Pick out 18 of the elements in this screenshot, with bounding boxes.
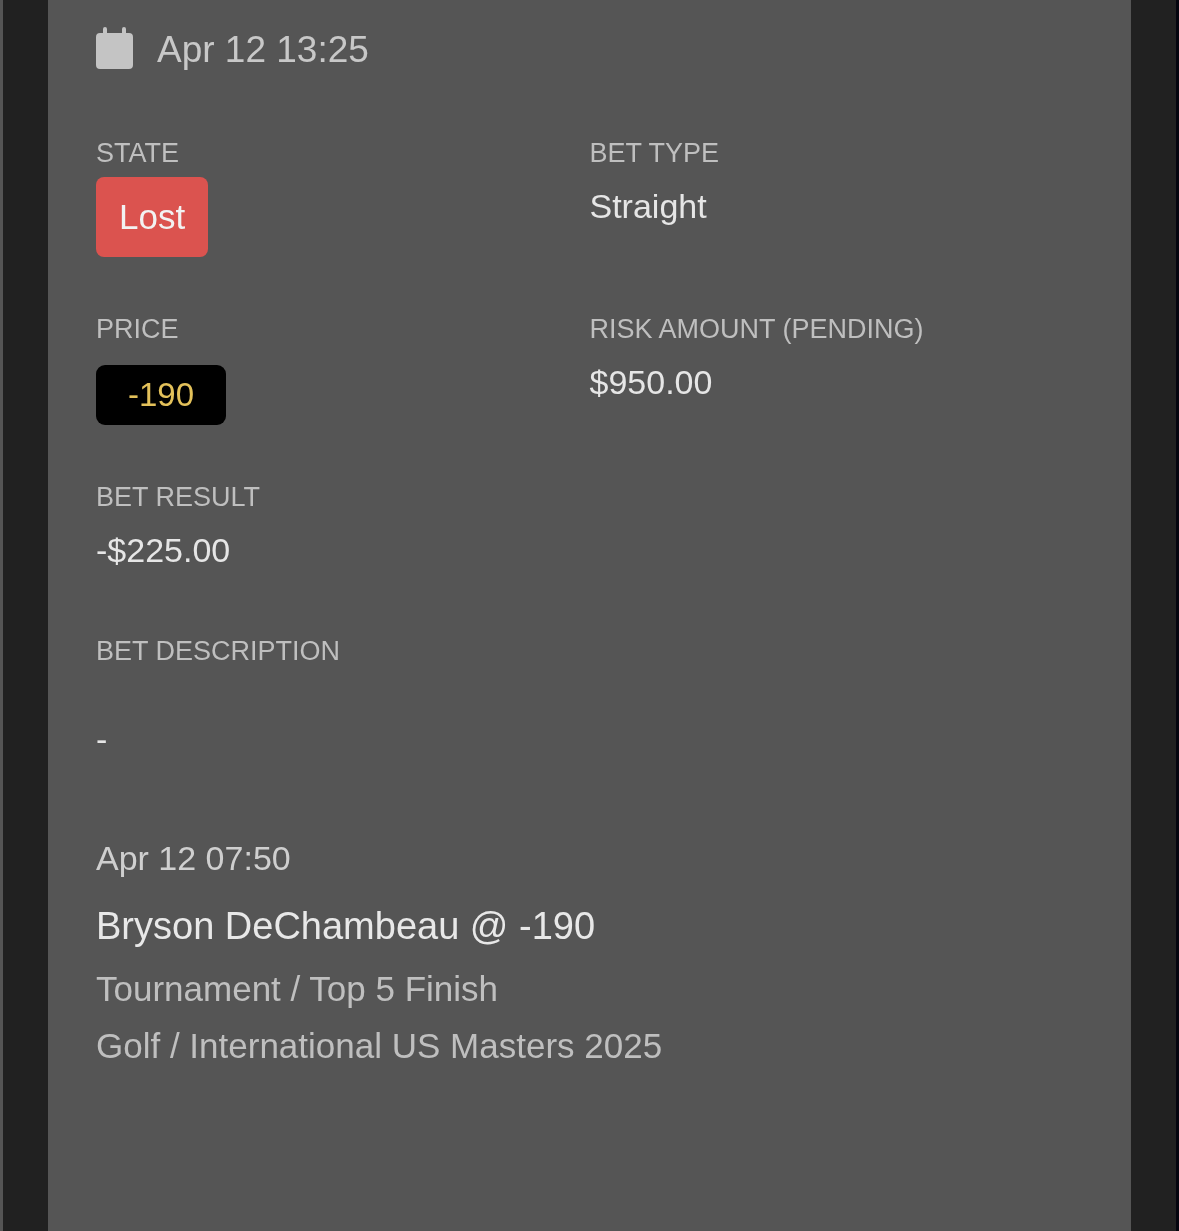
field-value: Straight <box>589 186 708 227</box>
field-label: STATE <box>96 137 180 169</box>
field-label: RISK AMOUNT (PENDING) <box>589 313 925 345</box>
field-label: BET RESULT <box>96 481 262 513</box>
event-date: Apr 12 07:50 <box>96 838 292 879</box>
bet-date: Apr 12 13:25 <box>157 29 369 71</box>
field-value: -$225.00 <box>96 530 232 571</box>
event-text: Golf / International US Masters 2025 <box>96 1025 664 1067</box>
field-label: BET TYPE <box>589 137 721 169</box>
status-badge: Lost <box>96 177 209 257</box>
field-value: - <box>96 719 109 760</box>
field-value: $950.00 <box>589 362 714 403</box>
field-label: BET DESCRIPTION <box>96 635 342 667</box>
calendar-icon <box>96 27 133 69</box>
market-text: Tournament / Top 5 Finish <box>96 968 500 1010</box>
odds-badge: -190 <box>96 365 227 425</box>
field-label: PRICE <box>96 313 180 345</box>
selection-title: Bryson DeChambeau @ -190 <box>96 904 597 949</box>
